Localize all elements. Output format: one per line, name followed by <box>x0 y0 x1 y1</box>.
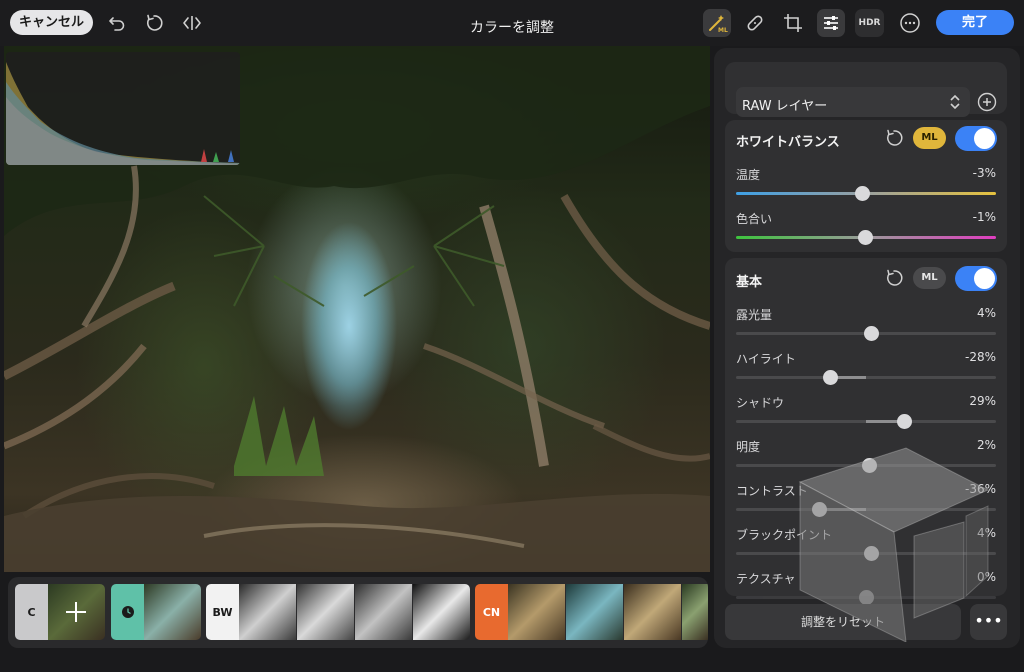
ml-auto-basic-button[interactable]: ML <box>913 267 946 289</box>
basic-title: 基本 <box>736 275 763 290</box>
basic-toggle[interactable] <box>955 266 997 291</box>
exposure-value: 4% <box>976 306 996 320</box>
raw-layer-label: RAW レイヤー <box>742 99 828 114</box>
more-options-icon[interactable] <box>896 9 924 37</box>
add-layer-icon[interactable] <box>977 92 997 112</box>
filter-thumbnail[interactable] <box>508 584 565 640</box>
filter-thumbnail[interactable] <box>566 584 623 640</box>
temperature-label: 温度 <box>736 168 761 182</box>
tint-slider[interactable] <box>736 230 996 245</box>
filter-thumbnail[interactable] <box>624 584 681 640</box>
exposure-label: 露光量 <box>736 308 773 322</box>
texture-label: テクスチャ <box>736 572 796 586</box>
clock-icon <box>121 606 134 618</box>
filter-thumbnail[interactable] <box>413 584 470 640</box>
page-title: カラーを調整 <box>470 20 554 36</box>
histogram <box>6 52 240 165</box>
adjust-sliders-icon[interactable] <box>817 9 845 37</box>
crop-icon[interactable] <box>779 9 807 37</box>
white-balance-toggle[interactable] <box>955 126 997 151</box>
filter-thumbnail[interactable] <box>682 584 708 640</box>
filter-thumbnail[interactable] <box>297 584 354 640</box>
raw-layer-card: RAW レイヤー <box>725 62 1007 117</box>
compare-icon[interactable] <box>180 11 204 35</box>
white-balance-title: ホワイトバランス <box>736 135 840 150</box>
filter-group-c[interactable]: C <box>15 584 48 640</box>
top-toolbar: キャンセル カラーを調整 ML HDR 完了 <box>0 0 1024 46</box>
undo-icon[interactable] <box>105 11 129 35</box>
highlights-value: -28% <box>964 350 996 364</box>
temperature-slider[interactable] <box>736 186 996 201</box>
highlights-label: ハイライト <box>736 352 796 366</box>
filter-thumbnail[interactable] <box>239 584 296 640</box>
reset-basic-icon[interactable] <box>884 268 904 288</box>
tint-label: 色合い <box>736 212 773 226</box>
tint-value: -1% <box>972 210 996 224</box>
filter-filmstrip[interactable]: C BW CN <box>8 577 708 648</box>
filter-group-cn[interactable]: CN <box>475 584 508 640</box>
filter-group-recent[interactable] <box>111 584 144 640</box>
done-button[interactable]: 完了 <box>936 10 1014 35</box>
temperature-value: -3% <box>972 166 996 180</box>
ml-badge-text: ML <box>718 27 728 34</box>
brightness-label: 明度 <box>736 440 761 454</box>
exposure-slider[interactable] <box>736 326 996 341</box>
cancel-button[interactable]: キャンセル <box>10 10 94 35</box>
revert-icon[interactable] <box>142 11 166 35</box>
add-filter-thumbnail[interactable] <box>48 584 105 640</box>
shadows-label: シャドウ <box>736 396 785 410</box>
filter-thumbnail[interactable] <box>144 584 201 640</box>
filter-group-bw[interactable]: BW <box>206 584 239 640</box>
chevron-up-down-icon <box>950 94 960 110</box>
reset-white-balance-icon[interactable] <box>884 128 904 148</box>
shadows-slider[interactable] <box>736 414 996 429</box>
hdr-button[interactable]: HDR <box>855 9 884 37</box>
floating-3d-cube-overlay <box>798 447 990 642</box>
ml-magic-wand-icon[interactable]: ML <box>703 9 731 37</box>
shadows-value: 29% <box>969 394 996 408</box>
ml-auto-white-balance-button[interactable]: ML <box>913 127 946 149</box>
highlights-slider[interactable] <box>736 370 996 385</box>
filter-thumbnail[interactable] <box>355 584 412 640</box>
retouch-bandage-icon[interactable] <box>741 9 769 37</box>
